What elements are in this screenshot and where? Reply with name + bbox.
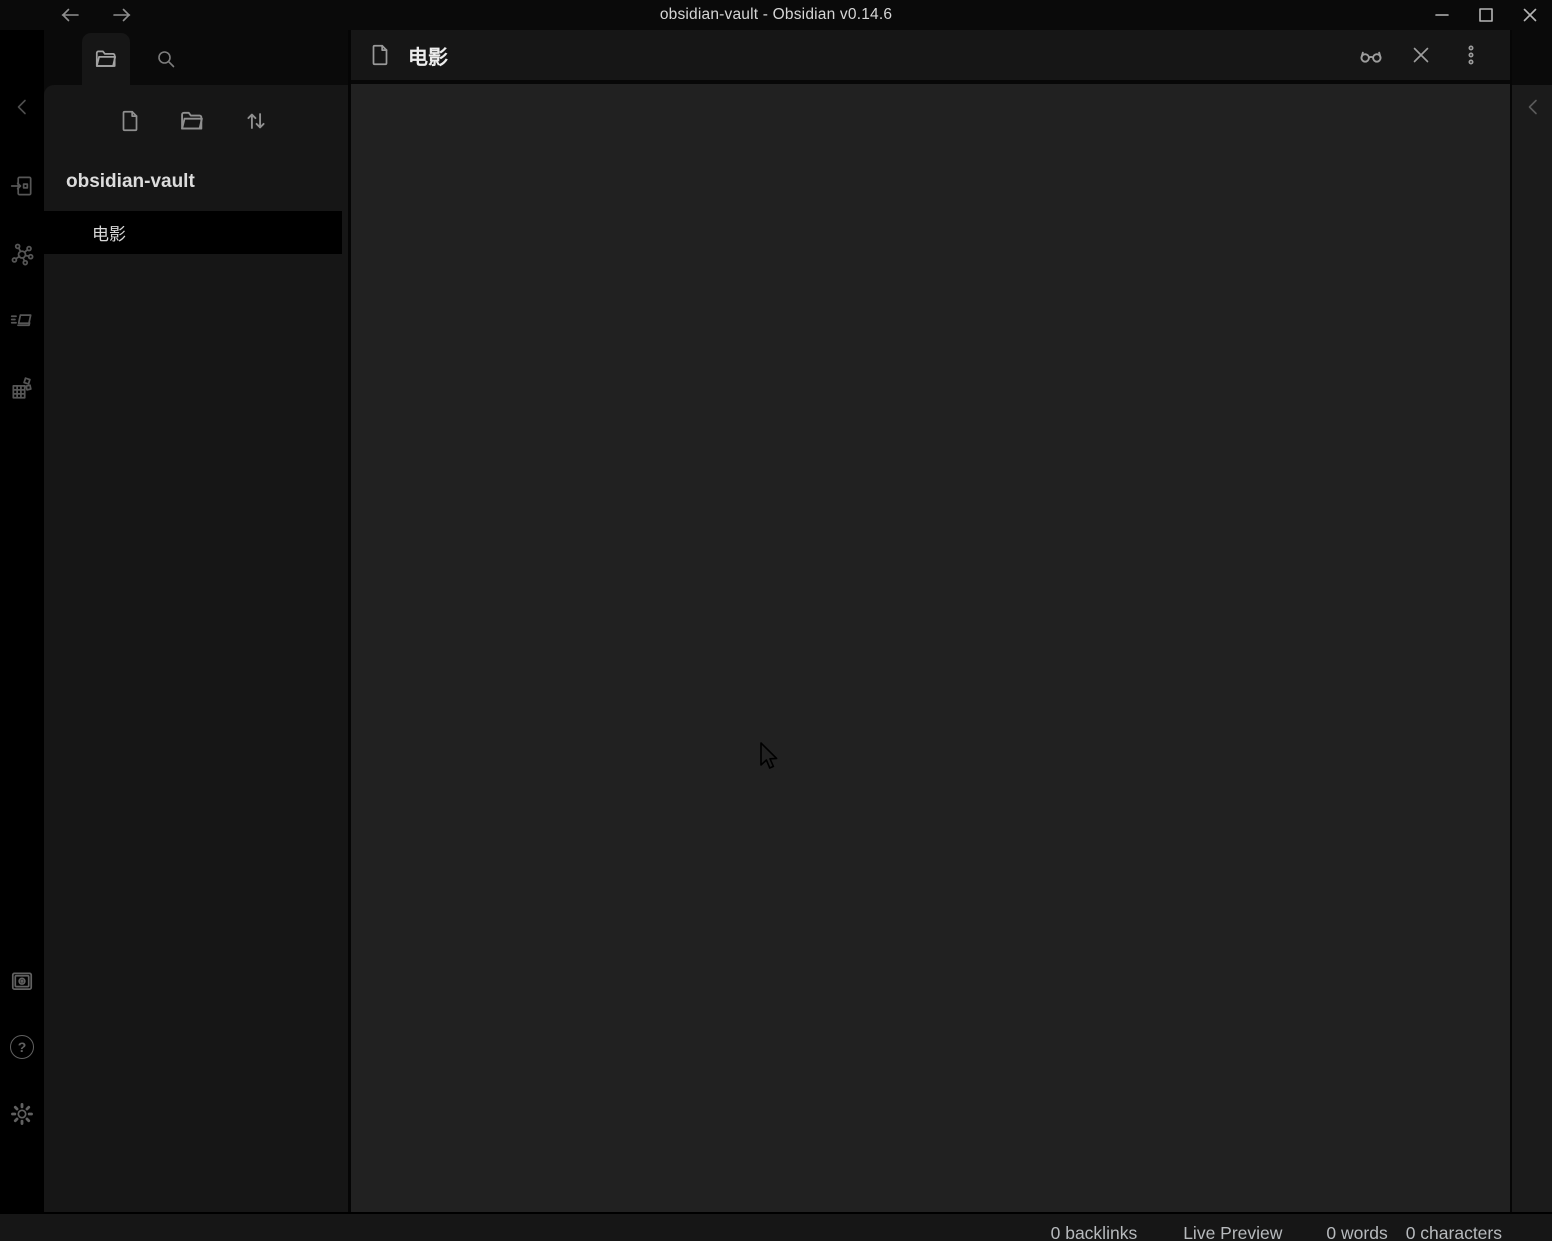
file-explorer-actions bbox=[44, 99, 348, 143]
view-header-actions bbox=[1357, 41, 1510, 69]
folder-icon bbox=[93, 46, 119, 72]
view-header: 电影 bbox=[351, 30, 1510, 84]
search-icon bbox=[154, 47, 178, 71]
question-circle-icon: ? bbox=[10, 1035, 34, 1059]
window-controls bbox=[1420, 0, 1552, 30]
tab-search[interactable] bbox=[144, 33, 188, 85]
sort-arrows-icon bbox=[242, 107, 270, 135]
sidebar-tab-bar bbox=[44, 30, 348, 85]
maximize-button[interactable] bbox=[1464, 0, 1508, 30]
graph-view-button[interactable] bbox=[9, 241, 35, 267]
command-palette-button[interactable] bbox=[9, 307, 35, 333]
left-ribbon: ? bbox=[0, 30, 44, 1212]
sort-order-button[interactable] bbox=[234, 99, 278, 143]
reading-view-button[interactable] bbox=[1357, 41, 1385, 69]
chevron-left-icon bbox=[10, 95, 34, 119]
graph-icon bbox=[9, 241, 35, 267]
close-button[interactable] bbox=[1508, 0, 1552, 30]
help-button[interactable]: ? bbox=[9, 1034, 35, 1060]
titlebar: obsidian-vault - Obsidian v0.14.6 bbox=[0, 0, 1552, 30]
open-vault-button[interactable] bbox=[9, 968, 35, 994]
character-count: 0 characters bbox=[1406, 1221, 1502, 1241]
window-title: obsidian-vault - Obsidian v0.14.6 bbox=[0, 0, 1552, 30]
chevron-left-icon bbox=[1521, 95, 1545, 119]
file-explorer-pane: obsidian-vault 电影 bbox=[44, 85, 348, 1212]
vault-icon bbox=[9, 968, 35, 994]
random-note-button[interactable] bbox=[9, 375, 35, 401]
mouse-cursor-icon bbox=[760, 742, 782, 772]
editor-pane: 电影 bbox=[348, 30, 1510, 1212]
minimize-icon bbox=[1432, 5, 1452, 25]
file-item-selected[interactable]: 电影 bbox=[44, 211, 342, 254]
obsidian-window: obsidian-vault - Obsidian v0.14.6 bbox=[0, 0, 1552, 1241]
document-icon bbox=[367, 42, 393, 68]
statusbar: 0 backlinks Live Preview 0 words 0 chara… bbox=[0, 1212, 1552, 1241]
collapse-left-sidebar-button[interactable] bbox=[9, 94, 35, 120]
glasses-icon bbox=[1357, 41, 1385, 69]
gear-icon bbox=[9, 1101, 35, 1127]
more-options-button[interactable] bbox=[1457, 41, 1485, 69]
word-count: 0 words bbox=[1326, 1221, 1387, 1241]
new-note-button[interactable] bbox=[108, 99, 152, 143]
editor-mode-status[interactable]: Live Preview bbox=[1183, 1221, 1282, 1241]
editor-content[interactable] bbox=[351, 88, 1510, 1212]
sliding-cards-icon bbox=[9, 307, 35, 333]
go-to-file-icon bbox=[9, 173, 35, 199]
backlinks-count[interactable]: 0 backlinks bbox=[1051, 1221, 1138, 1241]
right-sidebar-header bbox=[1512, 30, 1552, 85]
new-folder-button[interactable] bbox=[170, 99, 214, 143]
note-title: 电影 bbox=[408, 41, 448, 70]
tab-file-explorer[interactable] bbox=[82, 33, 130, 85]
kebab-dots-icon bbox=[1459, 43, 1483, 67]
settings-button[interactable] bbox=[9, 1101, 35, 1127]
maximize-icon bbox=[1476, 5, 1496, 25]
x-icon bbox=[1409, 43, 1433, 67]
expand-right-sidebar-button[interactable] bbox=[1520, 94, 1546, 120]
vault-title[interactable]: obsidian-vault bbox=[66, 171, 340, 193]
close-icon bbox=[1520, 5, 1540, 25]
left-sidebar: obsidian-vault 电影 bbox=[44, 30, 348, 1212]
new-file-icon bbox=[117, 108, 143, 134]
new-folder-icon bbox=[178, 107, 206, 135]
file-item-label: 电影 bbox=[92, 220, 126, 245]
quick-switcher-button[interactable] bbox=[9, 173, 35, 199]
grid-dice-icon bbox=[9, 375, 35, 401]
minimize-button[interactable] bbox=[1420, 0, 1464, 30]
right-sidebar-strip bbox=[1510, 30, 1552, 1212]
close-pane-button[interactable] bbox=[1407, 41, 1435, 69]
